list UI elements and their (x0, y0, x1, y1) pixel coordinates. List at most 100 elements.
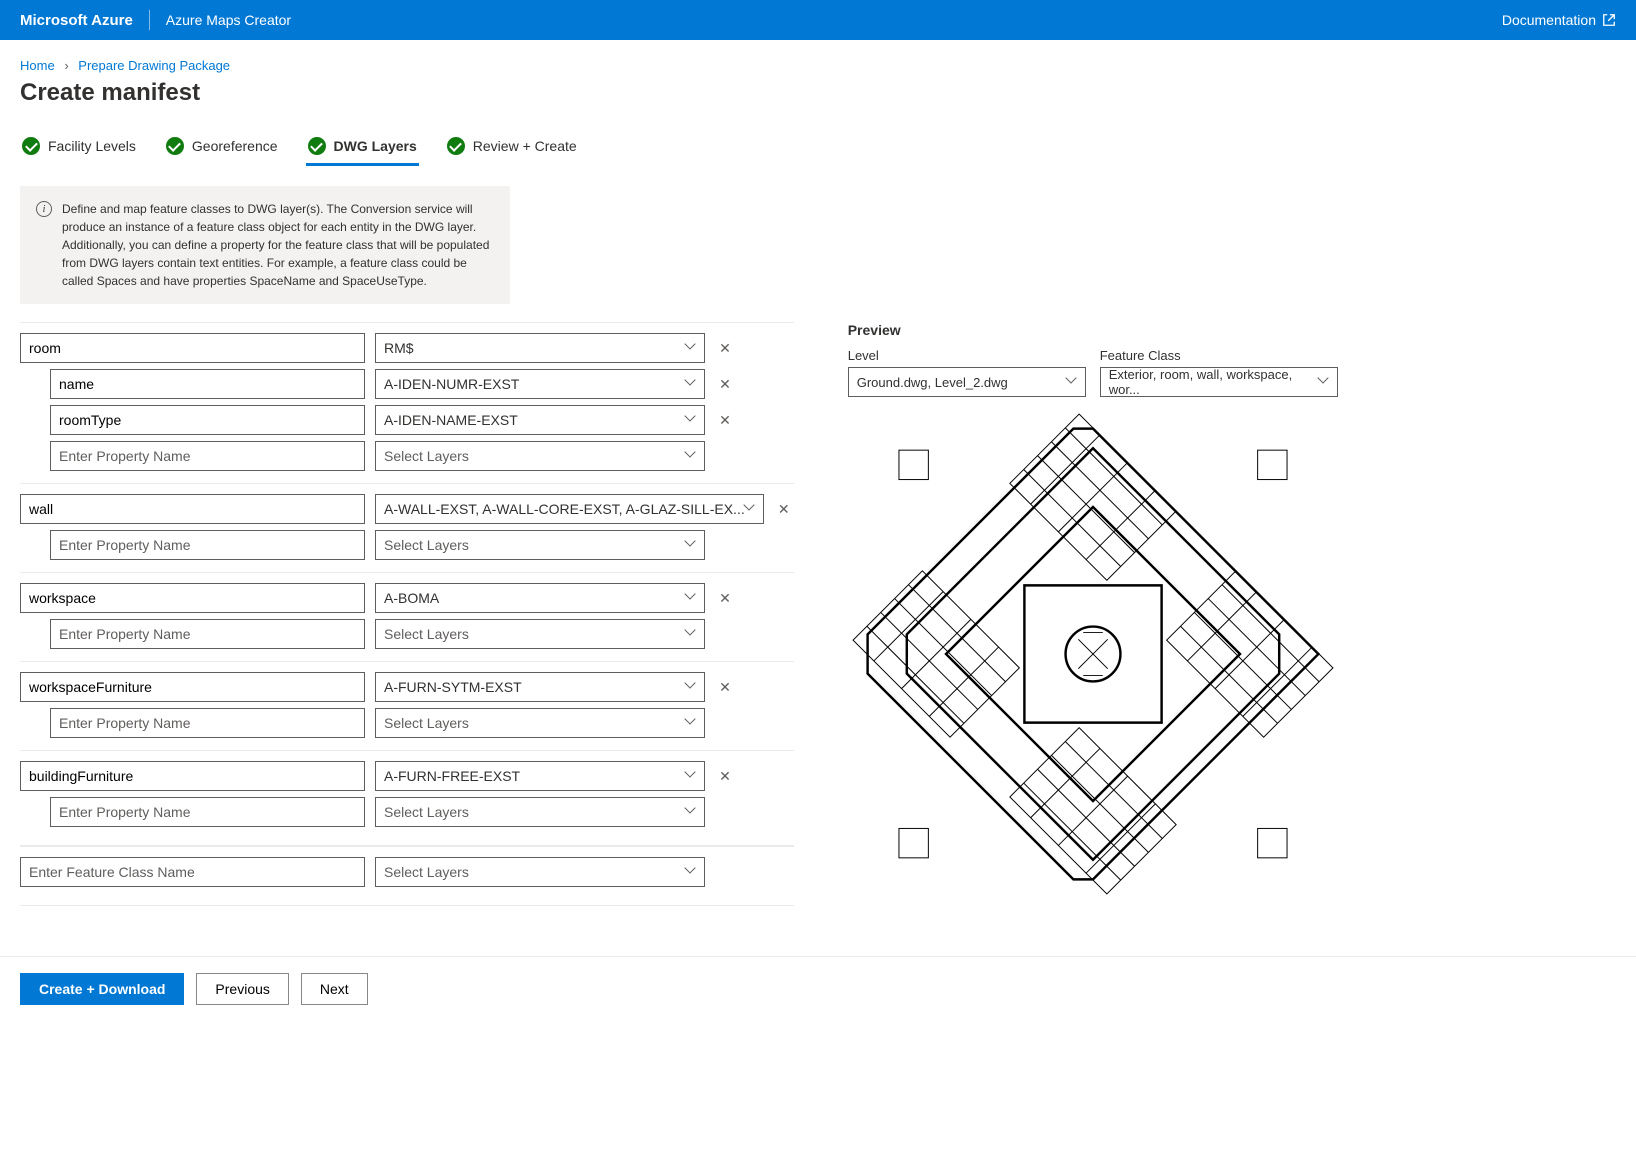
new-property-name-input[interactable] (50, 797, 365, 827)
select-text: Ground.dwg, Level_2.dwg (857, 375, 1008, 390)
feature-class-name-input[interactable] (20, 583, 365, 613)
select-text: A-WALL-EXST, A-WALL-CORE-EXST, A-GLAZ-SI… (384, 501, 745, 517)
select-text: Select Layers (384, 864, 469, 880)
remove-button[interactable]: ✕ (715, 590, 735, 607)
select-text: Select Layers (384, 715, 469, 731)
chevron-down-icon (745, 504, 755, 514)
property-layers-select[interactable]: A-IDEN-NAME-EXST (375, 405, 705, 435)
tab-label: Georeference (192, 138, 278, 154)
remove-button[interactable]: ✕ (715, 412, 735, 429)
check-icon (308, 137, 326, 155)
level-label: Level (848, 348, 1086, 363)
select-text: A-FURN-FREE-EXST (384, 768, 520, 784)
feature-class-label: Feature Class (1100, 348, 1338, 363)
remove-button[interactable]: ✕ (715, 376, 735, 393)
chevron-down-icon (686, 629, 696, 639)
feature-class-name-input[interactable] (20, 761, 365, 791)
property-layers-select[interactable]: A-IDEN-NUMR-EXST (375, 369, 705, 399)
new-property-layers-select[interactable]: Select Layers (375, 619, 705, 649)
tab-georeference[interactable]: Georeference (164, 131, 280, 165)
breadcrumb: Home › Prepare Drawing Package (20, 58, 1616, 73)
create-download-button[interactable]: Create + Download (20, 973, 184, 1005)
feature-class-name-input[interactable] (20, 672, 365, 702)
new-property-layers-select[interactable]: Select Layers (375, 708, 705, 738)
brand[interactable]: Microsoft Azure (20, 12, 133, 29)
previous-button[interactable]: Previous (196, 973, 288, 1005)
breadcrumb-separator: › (64, 58, 68, 73)
select-text: A-IDEN-NAME-EXST (384, 412, 518, 428)
new-feature-class-input[interactable] (20, 857, 365, 887)
remove-button[interactable]: ✕ (774, 501, 794, 518)
check-icon (22, 137, 40, 155)
next-button[interactable]: Next (301, 973, 368, 1005)
tab-dwg-layers[interactable]: DWG Layers (306, 131, 419, 165)
chevron-down-icon (686, 451, 696, 461)
tab-facility-levels[interactable]: Facility Levels (20, 131, 138, 165)
select-text: A-BOMA (384, 590, 439, 606)
chevron-down-icon (686, 343, 696, 353)
wizard-tabs: Facility Levels Georeference DWG Layers … (20, 131, 1616, 166)
remove-button[interactable]: ✕ (715, 340, 735, 357)
info-text: Define and map feature classes to DWG la… (62, 200, 494, 290)
feature-class-group: A-FURN-FREE-EXST ✕ Select Layers (20, 750, 794, 846)
select-text: Exterior, room, wall, workspace, wor... (1109, 367, 1319, 397)
remove-button[interactable]: ✕ (715, 679, 735, 696)
select-text: Select Layers (384, 804, 469, 820)
chevron-down-icon (686, 807, 696, 817)
chevron-down-icon (686, 379, 696, 389)
new-property-name-input[interactable] (50, 530, 365, 560)
feature-class-layers-select[interactable]: RM$ (375, 333, 705, 363)
info-icon: i (36, 201, 52, 217)
tab-label: DWG Layers (334, 138, 417, 154)
preview-title: Preview (848, 322, 1338, 338)
check-icon (447, 137, 465, 155)
chevron-down-icon (686, 718, 696, 728)
new-property-name-input[interactable] (50, 441, 365, 471)
new-property-name-input[interactable] (50, 619, 365, 649)
select-text: RM$ (384, 340, 414, 356)
chevron-down-icon (686, 682, 696, 692)
feature-class-layers-select[interactable]: A-FURN-FREE-EXST (375, 761, 705, 791)
feature-class-form: RM$ ✕ A-IDEN-NUMR-EXST ✕ A-IDEN-NAME-EXST ✕ Se… (20, 322, 794, 906)
breadcrumb-home[interactable]: Home (20, 58, 55, 73)
select-text: Select Layers (384, 448, 469, 464)
documentation-link[interactable]: Documentation (1502, 12, 1616, 28)
breadcrumb-current[interactable]: Prepare Drawing Package (78, 58, 230, 73)
new-property-layers-select[interactable]: Select Layers (375, 797, 705, 827)
new-feature-class-layers-select[interactable]: Select Layers (375, 857, 705, 887)
level-select[interactable]: Ground.dwg, Level_2.dwg (848, 367, 1086, 397)
chevron-down-icon (686, 415, 696, 425)
new-property-name-input[interactable] (50, 708, 365, 738)
remove-button[interactable]: ✕ (715, 768, 735, 785)
select-text: A-IDEN-NUMR-EXST (384, 376, 519, 392)
floorplan-svg (848, 409, 1338, 899)
feature-class-name-input[interactable] (20, 494, 365, 524)
chevron-down-icon (686, 867, 696, 877)
feature-class-group: A-BOMA ✕ Select Layers (20, 572, 794, 661)
check-icon (166, 137, 184, 155)
new-property-layers-select[interactable]: Select Layers (375, 441, 705, 471)
chevron-down-icon (686, 540, 696, 550)
tab-label: Facility Levels (48, 138, 136, 154)
chevron-down-icon (1319, 377, 1329, 387)
property-name-input[interactable] (50, 405, 365, 435)
property-name-input[interactable] (50, 369, 365, 399)
feature-class-select[interactable]: Exterior, room, wall, workspace, wor... (1100, 367, 1338, 397)
feature-class-layers-select[interactable]: A-BOMA (375, 583, 705, 613)
new-property-layers-select[interactable]: Select Layers (375, 530, 705, 560)
chevron-down-icon (1067, 377, 1077, 387)
documentation-label: Documentation (1502, 12, 1596, 28)
product-name: Azure Maps Creator (166, 12, 291, 28)
floorplan-preview[interactable] (848, 409, 1338, 899)
external-link-icon (1602, 13, 1616, 27)
brand-divider (149, 10, 150, 30)
top-bar: Microsoft Azure Azure Maps Creator Docum… (0, 0, 1636, 40)
footer-actions: Create + Download Previous Next (0, 956, 1636, 1021)
chevron-down-icon (686, 593, 696, 603)
tab-review-create[interactable]: Review + Create (445, 131, 579, 165)
select-text: A-FURN-SYTM-EXST (384, 679, 522, 695)
feature-class-name-input[interactable] (20, 333, 365, 363)
feature-class-layers-select[interactable]: A-WALL-EXST, A-WALL-CORE-EXST, A-GLAZ-SI… (375, 494, 764, 524)
feature-class-group: A-WALL-EXST, A-WALL-CORE-EXST, A-GLAZ-SI… (20, 483, 794, 572)
feature-class-layers-select[interactable]: A-FURN-SYTM-EXST (375, 672, 705, 702)
